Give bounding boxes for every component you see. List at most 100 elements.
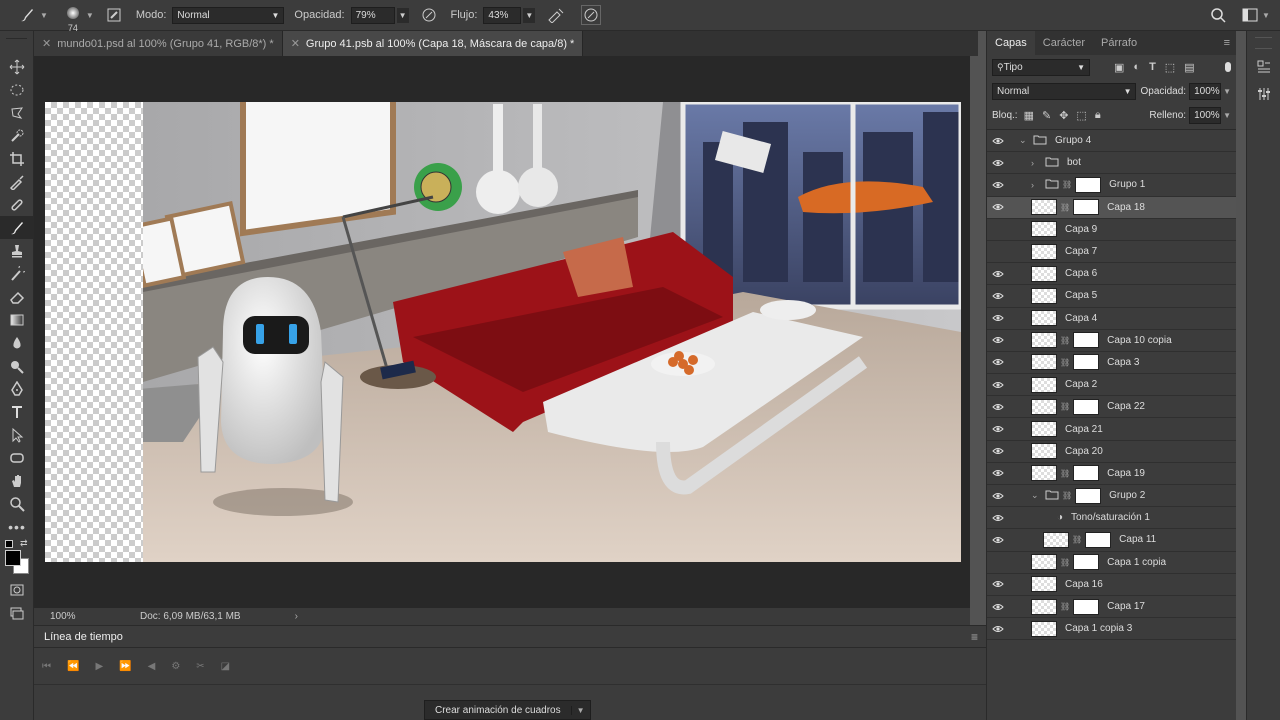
- layer-row[interactable]: ⛓ Capa 18: [987, 196, 1236, 219]
- clone-stamp-tool[interactable]: [0, 239, 34, 262]
- path-selection-tool[interactable]: [0, 423, 34, 446]
- move-tool[interactable]: [0, 55, 34, 78]
- layer-mask-thumbnail[interactable]: [1073, 554, 1100, 571]
- layer-thumbnail[interactable]: [1031, 376, 1057, 393]
- chevron-right-icon[interactable]: ›: [1031, 158, 1043, 168]
- lock-position-icon[interactable]: ✥: [1059, 109, 1068, 122]
- shape-filter-icon[interactable]: ⬚: [1165, 61, 1175, 74]
- layer-mask-thumbnail[interactable]: [1085, 531, 1112, 548]
- next-frame-icon[interactable]: ⏩: [119, 661, 131, 672]
- lock-transparent-icon[interactable]: ▦: [1024, 109, 1034, 122]
- marquee-tool[interactable]: [0, 78, 34, 101]
- layer-row[interactable]: › ⛓ Grupo 1: [987, 174, 1236, 197]
- zoom-tool[interactable]: [0, 492, 34, 515]
- link-icon[interactable]: ⛓: [1060, 469, 1070, 478]
- strip-grip[interactable]: [1255, 37, 1272, 49]
- layer-row[interactable]: Capa 6: [987, 263, 1236, 286]
- layer-row[interactable]: ◑ Tono/saturación 1: [987, 507, 1236, 530]
- history-brush-tool[interactable]: [0, 262, 34, 285]
- chevron-right-icon[interactable]: ›: [1031, 180, 1043, 190]
- screen-mode-button[interactable]: [0, 601, 34, 624]
- quick-selection-tool[interactable]: [0, 124, 34, 147]
- visibility-eye-icon[interactable]: [987, 492, 1009, 500]
- visibility-eye-icon[interactable]: [987, 447, 1009, 455]
- layer-thumbnail[interactable]: [1031, 332, 1057, 349]
- visibility-eye-icon[interactable]: [987, 580, 1009, 588]
- visibility-eye-icon[interactable]: [987, 203, 1009, 211]
- mode-select[interactable]: Normal ▼: [172, 6, 285, 24]
- layer-thumbnail[interactable]: [1031, 576, 1057, 593]
- gradient-tool[interactable]: [0, 308, 34, 331]
- panel-menu-icon[interactable]: ≡: [1224, 37, 1230, 49]
- lock-image-icon[interactable]: ✎: [1042, 109, 1051, 122]
- tab-capas[interactable]: Capas: [987, 31, 1035, 55]
- link-icon[interactable]: ⛓: [1060, 203, 1070, 212]
- filter-toggle[interactable]: [1225, 62, 1231, 72]
- layer-opacity-field[interactable]: 100%: [1189, 82, 1222, 100]
- visibility-eye-icon[interactable]: [987, 292, 1009, 300]
- layer-thumbnail[interactable]: [1031, 354, 1057, 371]
- document-tab-1[interactable]: ✕ Grupo 41.psb al 100% (Capa 18, Máscara…: [282, 31, 584, 56]
- audio-icon[interactable]: ◀: [148, 661, 156, 672]
- layer-mask-thumbnail[interactable]: [1075, 487, 1102, 504]
- visibility-eye-icon[interactable]: [987, 603, 1009, 611]
- link-icon[interactable]: ⛓: [1072, 535, 1082, 544]
- layer-row[interactable]: ⛓ Capa 22: [987, 396, 1236, 419]
- link-icon[interactable]: ⛓: [1060, 602, 1070, 611]
- default-colors-icon[interactable]: [5, 540, 13, 548]
- chevron-down-icon[interactable]: ▼: [396, 7, 409, 23]
- tab-caracter[interactable]: Carácter: [1035, 31, 1093, 55]
- shape-tool[interactable]: [0, 446, 34, 469]
- link-icon[interactable]: ⛓: [1060, 402, 1070, 411]
- quick-mask-button[interactable]: [0, 578, 34, 601]
- brush-tool[interactable]: [0, 216, 34, 239]
- visibility-eye-icon[interactable]: [987, 381, 1009, 389]
- chevron-down-icon[interactable]: ▼: [86, 11, 94, 20]
- layer-row[interactable]: › bot: [987, 152, 1236, 175]
- airbrush-button[interactable]: [547, 7, 565, 23]
- layer-row[interactable]: Capa 2: [987, 374, 1236, 397]
- layer-thumbnail[interactable]: [1031, 243, 1057, 260]
- smart-object-filter-icon[interactable]: ▤: [1184, 61, 1194, 74]
- layer-row[interactable]: Capa 4: [987, 308, 1236, 330]
- visibility-eye-icon[interactable]: [987, 625, 1009, 633]
- toolbar-grip[interactable]: [6, 31, 27, 39]
- layer-row[interactable]: ⛓ Capa 10 copia: [987, 330, 1236, 352]
- lock-all-icon[interactable]: 🔒︎: [1095, 109, 1101, 122]
- type-filter-icon[interactable]: T: [1149, 61, 1156, 74]
- visibility-eye-icon[interactable]: [987, 181, 1009, 189]
- layer-mask-thumbnail[interactable]: [1073, 598, 1100, 615]
- layer-row[interactable]: Capa 20: [987, 441, 1236, 463]
- timeline-title[interactable]: Línea de tiempo: [44, 631, 123, 643]
- layer-mask-thumbnail[interactable]: [1073, 398, 1100, 415]
- layer-thumbnail[interactable]: [1031, 598, 1057, 615]
- visibility-eye-icon[interactable]: [987, 358, 1009, 366]
- document-tab-0[interactable]: ✕ mundo01.psd al 100% (Grupo 41, RGB/8*)…: [34, 31, 283, 56]
- visibility-eye-icon[interactable]: [987, 137, 1009, 145]
- pressure-opacity-button[interactable]: [421, 7, 437, 23]
- adjustments-panel-button[interactable]: [1247, 82, 1280, 105]
- adjustment-filter-icon[interactable]: ◐: [1133, 61, 1140, 74]
- layer-mask-thumbnail[interactable]: [1073, 354, 1100, 371]
- transition-icon[interactable]: ◪: [221, 661, 230, 672]
- layer-thumbnail[interactable]: [1031, 310, 1057, 327]
- layer-row[interactable]: Capa 16: [987, 574, 1236, 596]
- document-canvas[interactable]: [143, 102, 961, 562]
- lasso-tool[interactable]: [0, 101, 34, 124]
- visibility-eye-icon[interactable]: [987, 314, 1009, 322]
- first-frame-icon[interactable]: ⏮: [42, 661, 51, 672]
- layer-row[interactable]: ⌄ Grupo 4: [987, 130, 1236, 153]
- link-icon[interactable]: ⛓: [1060, 336, 1070, 345]
- layer-thumbnail[interactable]: [1031, 265, 1057, 282]
- chevron-down-icon[interactable]: ▼: [1223, 87, 1231, 96]
- canvas-area[interactable]: [34, 56, 970, 608]
- layer-thumbnail[interactable]: [1031, 620, 1057, 637]
- panel-menu-icon[interactable]: ≡: [971, 630, 978, 644]
- type-tool[interactable]: [0, 400, 34, 423]
- link-icon[interactable]: ⛓: [1060, 558, 1070, 567]
- search-button[interactable]: [1210, 7, 1226, 26]
- layer-thumbnail[interactable]: [1031, 398, 1057, 415]
- status-menu-arrow[interactable]: ›: [295, 611, 298, 622]
- swap-colors-icon[interactable]: ⇄: [20, 538, 28, 549]
- artboard-lock-icon[interactable]: ⬚: [1076, 109, 1086, 122]
